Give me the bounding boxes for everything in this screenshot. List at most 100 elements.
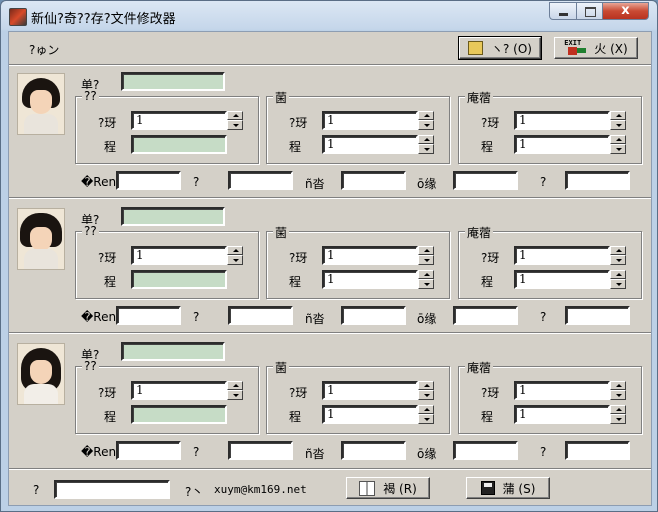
group-b-caption: 菌: [273, 89, 290, 106]
stat-input-5[interactable]: [565, 171, 630, 190]
b-spinner[interactable]: [418, 111, 434, 130]
title-bar[interactable]: 新仙?奇??存?文件修改器 x: [1, 1, 657, 31]
spin-up-icon[interactable]: [610, 405, 626, 414]
stat-input-4[interactable]: [453, 441, 518, 460]
stat-label-3: ñ沓: [305, 177, 325, 191]
spin-down-icon[interactable]: [418, 255, 434, 265]
a-spinner[interactable]: [227, 381, 243, 400]
spin-down-icon[interactable]: [610, 279, 626, 289]
exit-button[interactable]: EXIT 火 (X): [554, 37, 638, 59]
c-spinner[interactable]: [610, 111, 626, 130]
stat-label-2: ?: [193, 310, 200, 324]
spin-down-icon[interactable]: [610, 390, 626, 400]
close-button[interactable]: x: [602, 2, 649, 20]
stat-input-4[interactable]: [453, 306, 518, 325]
stat-input-5[interactable]: [565, 306, 630, 325]
spin-down-icon[interactable]: [418, 120, 434, 130]
spin-up-icon[interactable]: [610, 135, 626, 144]
spin-down-icon[interactable]: [610, 255, 626, 265]
a-spinner[interactable]: [227, 111, 243, 130]
open-button[interactable]: ヽ? (O): [458, 36, 542, 60]
stat-input-1[interactable]: [116, 306, 181, 325]
spin-up-icon[interactable]: [610, 111, 626, 120]
b-spinner-2[interactable]: [418, 405, 434, 424]
character-section-3: 单? ?? ?玡 1 程 菌 ?玡 1 程 1 庵蓿 ?玡 1 程 1 �Ren…: [9, 336, 651, 469]
a-spinner[interactable]: [227, 246, 243, 265]
book-icon: [359, 480, 376, 496]
spin-down-icon[interactable]: [418, 144, 434, 154]
a-spin-input[interactable]: 1: [131, 246, 227, 265]
a-readonly-field: [131, 270, 227, 289]
stat-input-2[interactable]: [228, 441, 293, 460]
floppy-icon: [480, 481, 495, 495]
c-spinner-2[interactable]: [610, 405, 626, 424]
spin-down-icon[interactable]: [418, 390, 434, 400]
stat-label-4: ō缘: [417, 447, 437, 461]
b-spin-input-2[interactable]: 1: [322, 270, 418, 289]
spin-down-icon[interactable]: [227, 255, 243, 265]
stat-input-1[interactable]: [116, 171, 181, 190]
name-field: [121, 72, 225, 91]
spin-label: ?玡: [289, 116, 308, 130]
b-spin-input[interactable]: 1: [322, 246, 418, 265]
c-spinner[interactable]: [610, 381, 626, 400]
save-button[interactable]: 蒲 (S): [466, 477, 550, 499]
c-spin-input-2[interactable]: 1: [514, 135, 610, 154]
c-spinner-2[interactable]: [610, 270, 626, 289]
b-spin-input[interactable]: 1: [322, 381, 418, 400]
b-spin-input-2[interactable]: 1: [322, 135, 418, 154]
stat-input-2[interactable]: [228, 306, 293, 325]
group-c: 庵蓿 ?玡 1 程 1: [458, 224, 642, 299]
footer-input[interactable]: [54, 480, 170, 499]
b-spinner[interactable]: [418, 381, 434, 400]
c-spin-input[interactable]: 1: [514, 111, 610, 130]
spin-up-icon[interactable]: [418, 135, 434, 144]
c-spinner[interactable]: [610, 246, 626, 265]
spin-up-icon[interactable]: [610, 270, 626, 279]
spin-label: ?玡: [481, 251, 500, 265]
spin-up-icon[interactable]: [418, 111, 434, 120]
spin-down-icon[interactable]: [227, 390, 243, 400]
c-spin-input-2[interactable]: 1: [514, 405, 610, 424]
spin-up-icon[interactable]: [227, 111, 243, 120]
c-spinner-2[interactable]: [610, 135, 626, 154]
spin-label: ?玡: [289, 386, 308, 400]
stat-input-3[interactable]: [341, 171, 406, 190]
stat-input-5[interactable]: [565, 441, 630, 460]
spin-up-icon[interactable]: [610, 246, 626, 255]
spin-down-icon[interactable]: [610, 414, 626, 424]
a-spin-input[interactable]: 1: [131, 111, 227, 130]
spin-down-icon[interactable]: [610, 144, 626, 154]
spin-down-icon[interactable]: [418, 414, 434, 424]
spin-up-icon[interactable]: [418, 246, 434, 255]
stat-input-2[interactable]: [228, 171, 293, 190]
b-spinner[interactable]: [418, 246, 434, 265]
group-b: 菌 ?玡 1 程 1: [266, 89, 450, 164]
a-spin-input[interactable]: 1: [131, 381, 227, 400]
group-b: 菌 ?玡 1 程 1: [266, 359, 450, 434]
stat-input-1[interactable]: [116, 441, 181, 460]
spin-up-icon[interactable]: [227, 381, 243, 390]
stat-input-3[interactable]: [341, 306, 406, 325]
b-spin-input[interactable]: 1: [322, 111, 418, 130]
b-spinner-2[interactable]: [418, 135, 434, 154]
c-spin-input[interactable]: 1: [514, 381, 610, 400]
spin-up-icon[interactable]: [610, 381, 626, 390]
b-spin-input-2[interactable]: 1: [322, 405, 418, 424]
spin-down-icon[interactable]: [418, 279, 434, 289]
spin-down-icon[interactable]: [610, 120, 626, 130]
c-spin-input-2[interactable]: 1: [514, 270, 610, 289]
spin-up-icon[interactable]: [418, 405, 434, 414]
b-spinner-2[interactable]: [418, 270, 434, 289]
stat-input-3[interactable]: [341, 441, 406, 460]
minimize-button[interactable]: [549, 2, 577, 20]
c-spin-input[interactable]: 1: [514, 246, 610, 265]
spin-up-icon[interactable]: [418, 381, 434, 390]
help-button[interactable]: 褐 (R): [346, 477, 430, 499]
field-label: 程: [289, 275, 302, 289]
spin-up-icon[interactable]: [418, 270, 434, 279]
stat-input-4[interactable]: [453, 171, 518, 190]
spin-up-icon[interactable]: [227, 246, 243, 255]
maximize-button[interactable]: [576, 2, 603, 20]
spin-down-icon[interactable]: [227, 120, 243, 130]
